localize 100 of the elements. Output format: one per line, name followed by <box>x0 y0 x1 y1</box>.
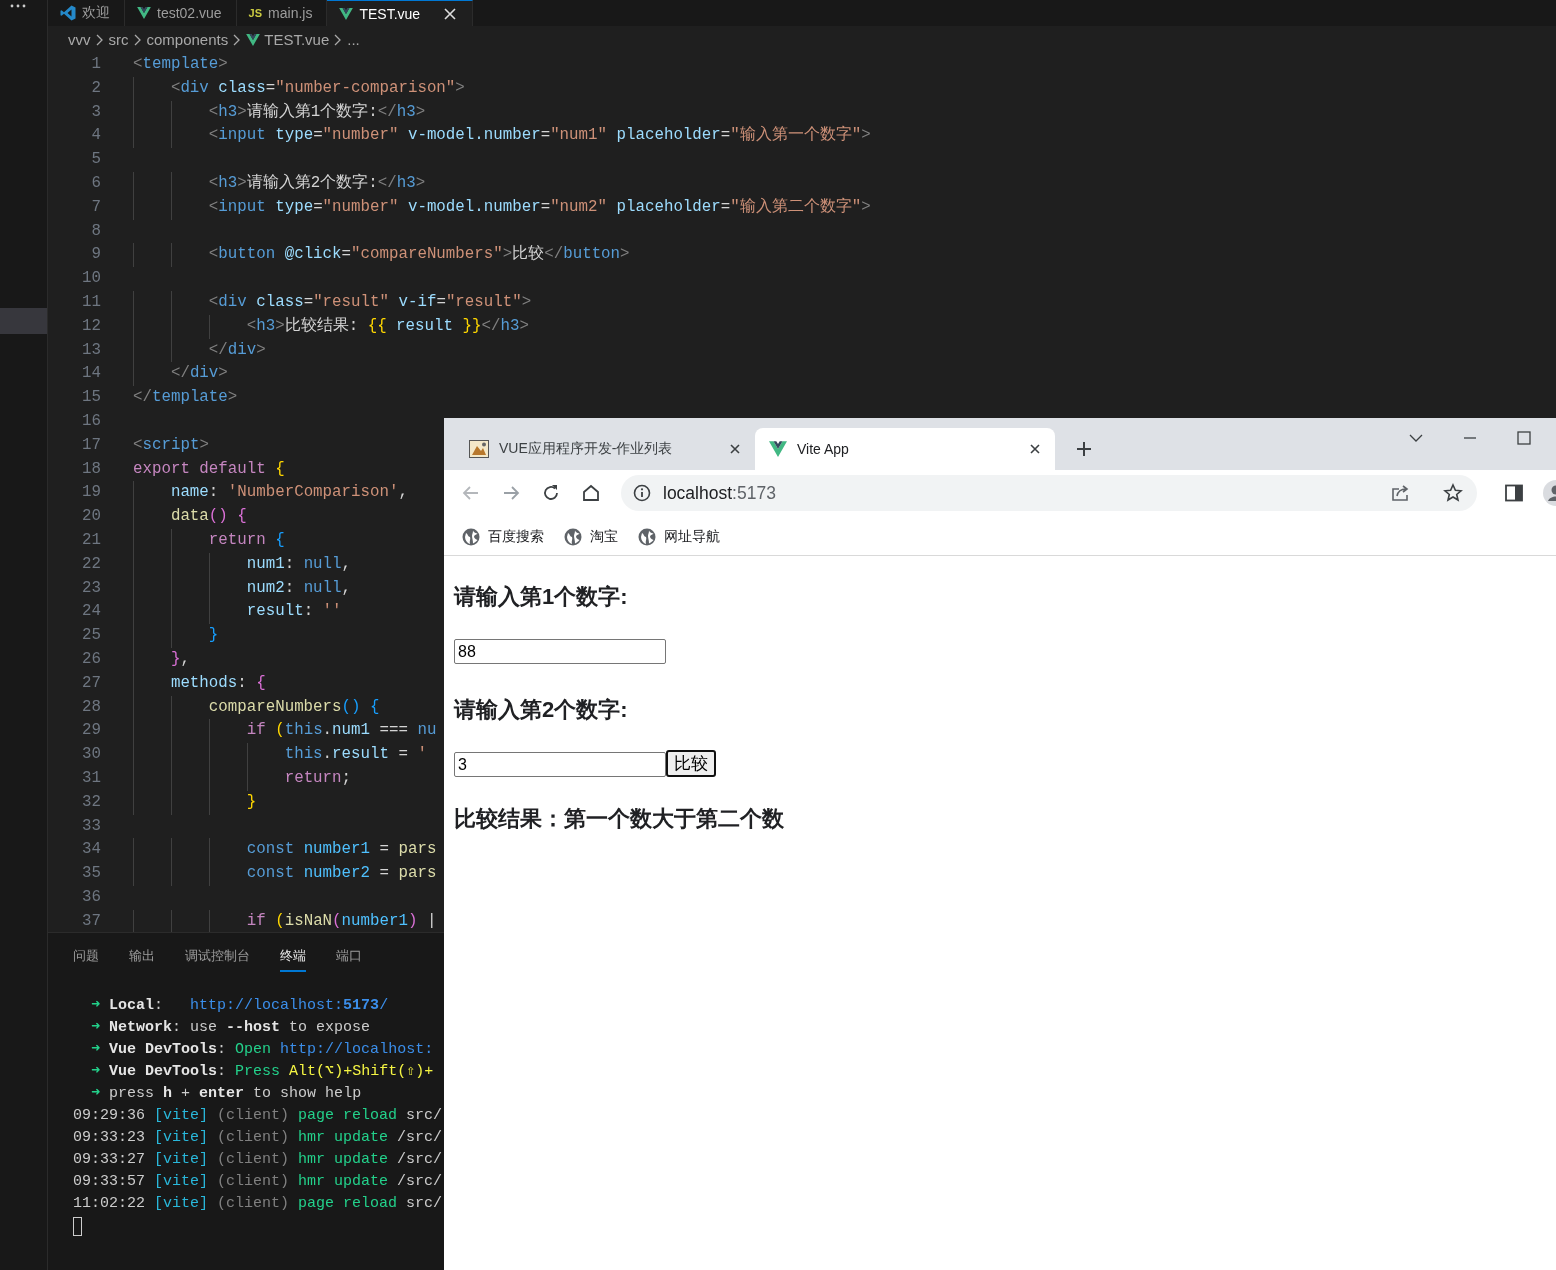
code-line: num1: null, <box>246 553 352 575</box>
breadcrumb[interactable]: src <box>108 31 129 48</box>
terminal-line: 11:02:22 [vite] (client) page reload src/ <box>73 1194 443 1214</box>
panel-tab[interactable]: 问题 <box>73 943 99 972</box>
line-number: 27 <box>81 672 101 694</box>
code-line: } <box>246 791 257 813</box>
share-icon[interactable] <box>1391 484 1411 502</box>
code-line: <input type="number" v-model.number="num1" placeholder="输入第一个数字"> <box>208 124 871 147</box>
terminal-line: ➜ Vue DevTools: Press Alt(⌥)+Shift(⇧)+ <box>91 1062 434 1082</box>
line-number: 28 <box>81 696 101 718</box>
result-text: 比较结果：第一个数大于第二个数 <box>454 805 785 833</box>
terminal-line: 09:33:27 [vite] (client) hmr update /src/ <box>73 1150 443 1170</box>
line-number: 24 <box>81 601 101 623</box>
code-line: <div class="number-comparison"> <box>170 77 465 99</box>
code-line: <h3>比较结果: {{ result }}</h3> <box>246 315 529 337</box>
line-number: 11 <box>81 291 101 313</box>
vue-logo-icon <box>769 441 787 457</box>
vscode-logo-icon <box>60 5 76 21</box>
line-number: 12 <box>81 315 101 337</box>
line-number: 14 <box>81 363 101 385</box>
info-icon <box>633 484 651 502</box>
number-input[interactable]: 88 <box>454 639 666 664</box>
line-number: 36 <box>81 886 101 908</box>
panel-tab[interactable]: 端口 <box>336 943 362 972</box>
vue-logo-icon <box>246 33 261 46</box>
picture-favicon-icon <box>469 440 489 458</box>
line-number: 21 <box>81 529 101 551</box>
terminal-line: ➜ Network: use --host to expose <box>91 1018 371 1038</box>
code-line: methods: { <box>170 672 266 694</box>
code-line: return { <box>208 529 285 551</box>
line-number: 19 <box>81 482 101 504</box>
line-number: 17 <box>81 434 101 456</box>
code-line: </template> <box>133 387 238 409</box>
line-number: 32 <box>81 791 101 813</box>
home-icon[interactable] <box>581 483 601 503</box>
code-line: if (this.num1 === nu <box>246 720 437 742</box>
line-number: 25 <box>81 625 101 647</box>
line-number: 30 <box>81 744 101 766</box>
code-line: this.result = ' <box>284 744 427 766</box>
globe-icon <box>462 527 480 546</box>
line-number: 37 <box>81 910 101 932</box>
line-number: 9 <box>90 244 101 266</box>
breadcrumb[interactable]: components <box>146 31 229 48</box>
close-icon[interactable] <box>442 5 459 22</box>
panel-tab[interactable]: 终端 <box>280 943 306 972</box>
number-input[interactable]: 3 <box>454 752 666 777</box>
line-number: 15 <box>81 387 101 409</box>
address-bar[interactable]: localhost:5173 <box>621 475 1477 511</box>
code-line: return; <box>284 767 352 789</box>
line-number: 2 <box>90 77 101 99</box>
terminal-line: 09:29:36 [vite] (client) page reload src/ <box>73 1106 443 1126</box>
bookmark[interactable]: 百度搜索 <box>462 527 544 546</box>
code-line: data() { <box>170 506 247 528</box>
terminal-line: 09:33:23 [vite] (client) hmr update /src/ <box>73 1128 443 1148</box>
line-number: 26 <box>81 648 101 670</box>
code-line: </div> <box>170 363 228 385</box>
line-number: 29 <box>81 720 101 742</box>
code-line: <script> <box>133 434 209 456</box>
line-number: 33 <box>81 815 101 837</box>
line-number: 4 <box>90 125 101 147</box>
url-text: localhost:5173 <box>663 482 776 504</box>
bookmark[interactable]: 淘宝 <box>564 527 618 546</box>
code-line: <h3>请输入第2个数字:</h3> <box>208 172 426 194</box>
line-number: 3 <box>90 101 101 123</box>
new-tab-icon[interactable] <box>1075 440 1093 458</box>
code-line: <div class="result" v-if="result"> <box>208 291 532 313</box>
vue-logo-icon <box>339 7 354 20</box>
maximize-icon[interactable] <box>1516 430 1532 446</box>
bookmark[interactable]: 网址导航 <box>638 527 720 546</box>
code-line: name: 'NumberComparison', <box>170 482 408 504</box>
browser-tab[interactable]: VUE应用程序开发-作业列表 <box>455 428 755 470</box>
line-number: 13 <box>81 339 101 361</box>
editor-tab[interactable]: TEST.vue <box>327 0 474 26</box>
bookmark-star-icon[interactable] <box>1443 483 1463 503</box>
panel-tab[interactable]: 输出 <box>129 943 155 972</box>
code-line: <h3>请输入第1个数字:</h3> <box>208 101 426 123</box>
code-line: compareNumbers() { <box>208 696 380 718</box>
compare-button[interactable]: 比较 <box>666 750 716 777</box>
js-file-icon: JS <box>248 7 263 19</box>
code-line: const number2 = pars <box>246 863 437 885</box>
line-number: 20 <box>81 506 101 528</box>
breadcrumb[interactable]: ... <box>347 31 360 48</box>
chevron-right-icon <box>132 33 143 46</box>
side-panel-icon[interactable] <box>1505 484 1523 502</box>
breadcrumb[interactable]: vvv <box>68 31 91 48</box>
code-line: export default { <box>133 458 285 480</box>
line-number: 5 <box>90 149 101 171</box>
breadcrumb[interactable]: TEST.vue <box>264 31 330 48</box>
chevron-right-icon <box>94 33 105 46</box>
reload-icon[interactable] <box>541 483 561 503</box>
terminal-line: ➜ Local: http://localhost:5173/ <box>91 996 389 1016</box>
code-line: num2: null, <box>246 577 352 599</box>
vue-logo-icon <box>137 7 151 19</box>
line-number: 8 <box>90 220 101 242</box>
line-number: 23 <box>81 577 101 599</box>
line-number: 31 <box>81 767 101 789</box>
browser-tab[interactable]: Vite App <box>755 428 1055 470</box>
field-label: 请输入第1个数字: <box>454 583 629 611</box>
panel-tab[interactable]: 调试控制台 <box>185 943 250 972</box>
terminal-cursor <box>73 1217 82 1236</box>
